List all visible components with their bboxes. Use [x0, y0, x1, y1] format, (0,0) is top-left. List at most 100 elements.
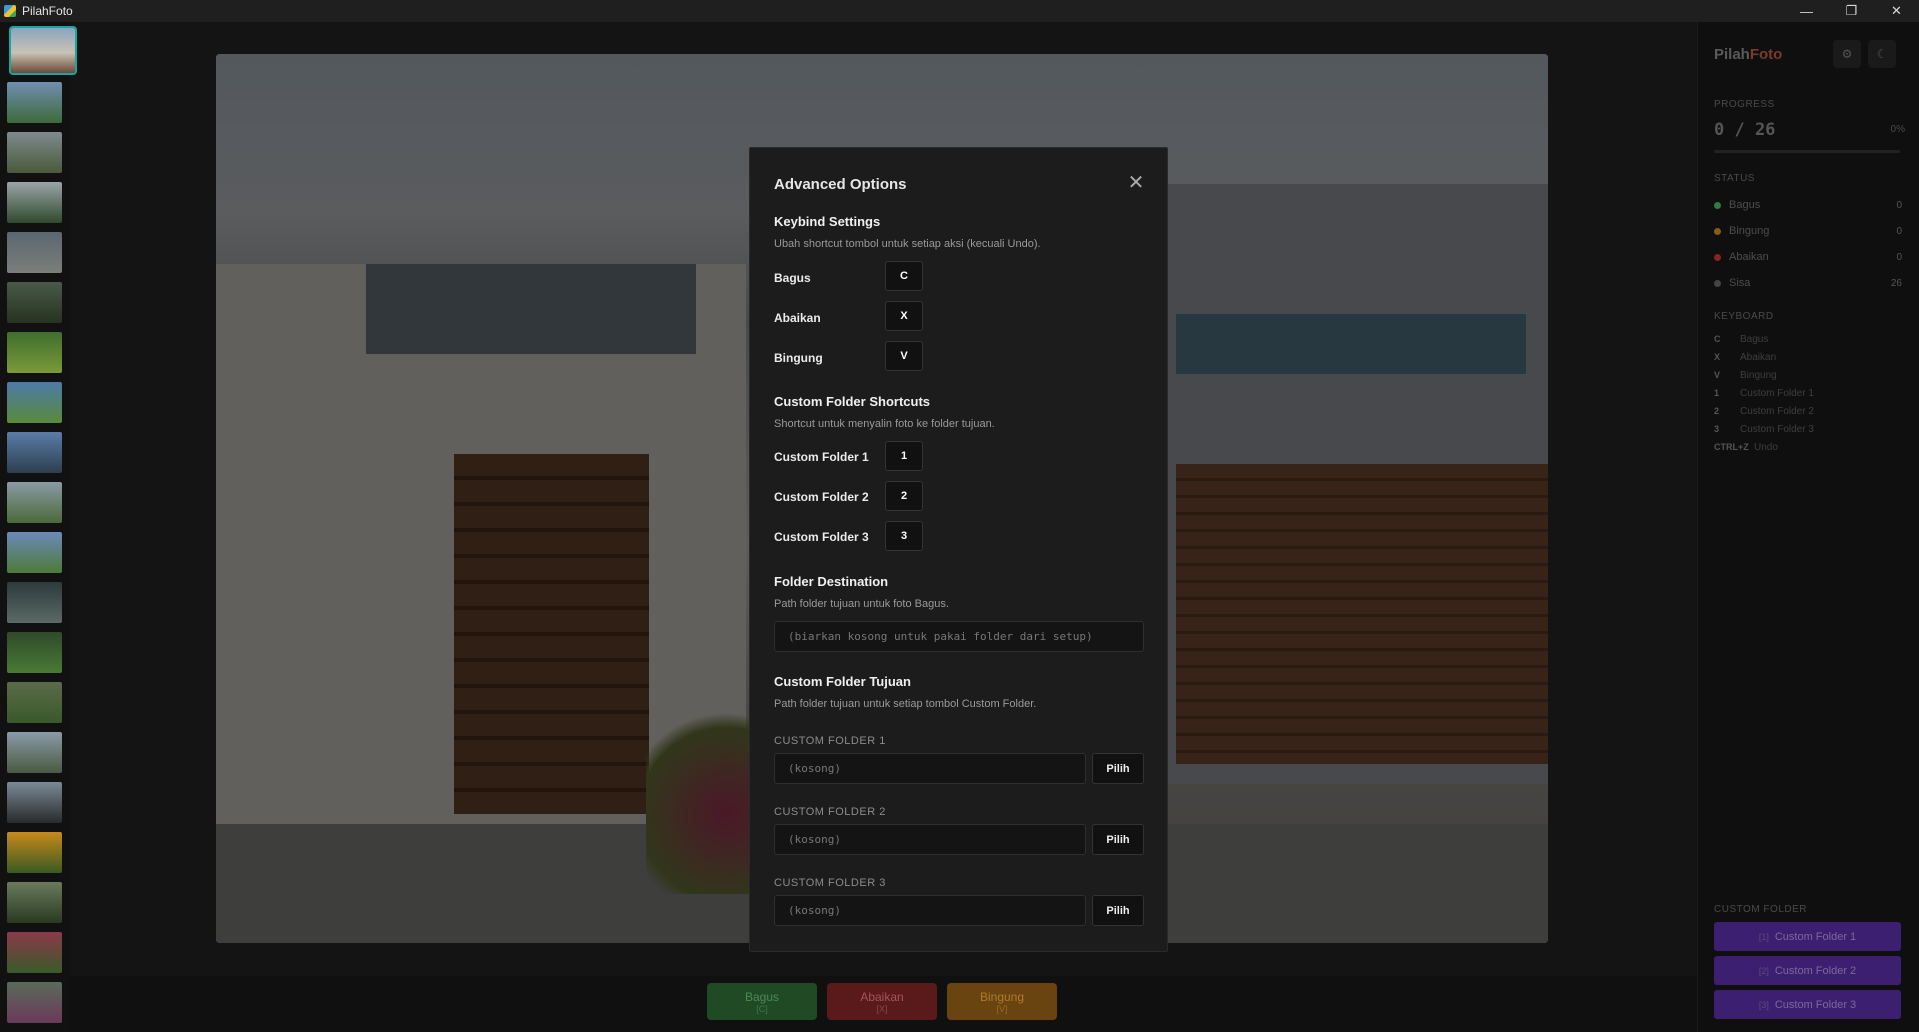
button-label: Custom Folder 1 — [1774, 930, 1857, 943]
custom-shortcuts-desc: Shortcut untuk menyalin foto ke folder t… — [774, 418, 995, 430]
thumbnail[interactable] — [7, 632, 62, 673]
maximize-button[interactable]: ❐ — [1829, 0, 1874, 22]
app-logo-icon — [4, 5, 16, 17]
thumbnail-strip[interactable] — [0, 22, 77, 1032]
progress-percent: 0% — [1890, 124, 1905, 135]
keybind-label: Bingung — [774, 351, 823, 365]
status-label: Bingung — [1729, 225, 1770, 237]
shortcut-key: [2] — [1758, 965, 1769, 976]
advanced-options-modal: Advanced Options ✕ Keybind Settings Ubah… — [749, 147, 1168, 952]
window-title: PilahFoto — [22, 4, 73, 18]
brand-name: Pilah — [1714, 46, 1750, 63]
keybind-desc: Ubah shortcut tombol untuk setiap aksi (… — [774, 238, 1041, 250]
thumbnail[interactable] — [9, 26, 77, 75]
status-row: Bagus 0 — [1714, 196, 1902, 214]
minimize-button[interactable]: — — [1784, 0, 1829, 22]
status-label: Bagus — [1729, 199, 1761, 211]
custom-folder-1-path-input[interactable]: (kosong) — [774, 753, 1086, 784]
thumbnail[interactable] — [7, 332, 62, 373]
custom-shortcut-3-input[interactable]: 3 — [885, 521, 923, 551]
custom-shortcut-1-input[interactable]: 1 — [885, 441, 923, 471]
progress-counter: 0 / 26 — [1714, 120, 1776, 140]
pick-folder-3-button[interactable]: Pilih — [1092, 895, 1144, 926]
shortcut-key: [V] — [996, 1003, 1008, 1014]
button-label: Custom Folder 3 — [1774, 998, 1857, 1011]
keyboard-key: X — [1714, 352, 1721, 362]
custom-destination-heading: Custom Folder Tujuan — [774, 674, 911, 689]
custom-folder-3-path-input[interactable]: (kosong) — [774, 895, 1086, 926]
custom-folder-1-button[interactable]: [1] Custom Folder 1 — [1714, 922, 1901, 951]
pick-folder-1-button[interactable]: Pilih — [1092, 753, 1144, 784]
destination-path-input[interactable]: (biarkan kosong untuk pakai folder dari … — [774, 621, 1144, 652]
status-dot-icon — [1714, 253, 1721, 261]
button-label: Bingung — [979, 989, 1025, 1004]
thumbnail[interactable] — [7, 82, 62, 123]
shortcut-key: [1] — [1758, 931, 1769, 942]
abaikan-button[interactable]: Abaikan [X] — [827, 983, 937, 1020]
custom-shortcut-label: Custom Folder 3 — [774, 530, 869, 544]
destination-desc: Path folder tujuan untuk foto Bagus. — [774, 598, 949, 610]
keyboard-key: CTRL+Z — [1714, 442, 1749, 452]
close-window-button[interactable]: ✕ — [1874, 0, 1919, 22]
status-row: Sisa 26 — [1714, 274, 1902, 292]
thumbnail[interactable] — [7, 482, 62, 523]
theme-toggle-button[interactable]: ☾ — [1868, 40, 1896, 68]
thumbnail[interactable] — [7, 132, 62, 173]
keyboard-key: C — [1714, 334, 1721, 344]
bagus-button[interactable]: Bagus [C] — [707, 983, 817, 1020]
custom-folder-2-path-input[interactable]: (kosong) — [774, 824, 1086, 855]
custom-shortcut-2-input[interactable]: 2 — [885, 481, 923, 511]
shortcut-key: [C] — [756, 1003, 768, 1014]
thumbnail[interactable] — [7, 582, 62, 623]
title-bar: PilahFoto — ❐ ✕ — [0, 0, 1919, 22]
modal-title: Advanced Options — [774, 176, 907, 193]
thumbnail[interactable] — [7, 732, 62, 773]
keyboard-label: Custom Folder 2 — [1740, 405, 1814, 417]
keyboard-row: CTRL+Z Undo — [1714, 439, 1902, 455]
keyboard-row: C Bagus — [1714, 331, 1902, 347]
custom-folder-label: CUSTOM FOLDER 1 — [774, 735, 886, 747]
status-label: Abaikan — [1729, 251, 1769, 263]
shortcut-key: [3] — [1758, 999, 1769, 1010]
shortcut-key: [X] — [876, 1003, 888, 1014]
keybind-label: Abaikan — [774, 311, 821, 325]
button-label: Abaikan — [860, 989, 904, 1004]
thumbnail[interactable] — [7, 382, 62, 423]
keyboard-label: Custom Folder 1 — [1740, 387, 1814, 399]
close-icon[interactable]: ✕ — [1127, 173, 1145, 193]
custom-shortcut-label: Custom Folder 2 — [774, 490, 869, 504]
button-label: Custom Folder 2 — [1774, 964, 1857, 977]
thumbnail[interactable] — [7, 532, 62, 573]
keybind-label: Bagus — [774, 271, 811, 285]
thumbnail[interactable] — [7, 832, 62, 873]
custom-folder-3-button[interactable]: [3] Custom Folder 3 — [1714, 990, 1901, 1019]
status-count: 0 — [1896, 251, 1902, 263]
thumbnail[interactable] — [7, 432, 62, 473]
keyboard-key: 3 — [1714, 424, 1720, 434]
thumbnail[interactable] — [7, 982, 62, 1023]
thumbnail[interactable] — [7, 182, 62, 223]
keybind-abaikan-input[interactable]: X — [885, 301, 923, 331]
thumbnail[interactable] — [7, 782, 62, 823]
thumbnail[interactable] — [7, 282, 62, 323]
keybind-bingung-input[interactable]: V — [885, 341, 923, 371]
custom-folder-2-button[interactable]: [2] Custom Folder 2 — [1714, 956, 1901, 985]
custom-shortcut-label: Custom Folder 1 — [774, 450, 869, 464]
thumbnail[interactable] — [7, 932, 62, 973]
status-dot-icon — [1714, 227, 1721, 235]
bingung-button[interactable]: Bingung [V] — [947, 983, 1057, 1020]
status-dot-icon — [1714, 201, 1721, 209]
progress-bar — [1714, 150, 1900, 153]
keybind-bagus-input[interactable]: C — [885, 261, 923, 291]
thumbnail[interactable] — [7, 232, 62, 273]
keyboard-label: Abaikan — [1740, 351, 1777, 363]
status-row: Bingung 0 — [1714, 222, 1902, 240]
settings-button[interactable]: ⚙ — [1833, 40, 1861, 68]
keyboard-row: 2 Custom Folder 2 — [1714, 403, 1902, 419]
status-count: 0 — [1896, 199, 1902, 211]
app-body: PilahFoto ⚙ ☾ PROGRESS 0 / 26 0% STATUS … — [0, 22, 1919, 1032]
thumbnail[interactable] — [7, 882, 62, 923]
pick-folder-2-button[interactable]: Pilih — [1092, 824, 1144, 855]
moon-icon: ☾ — [1876, 47, 1888, 61]
thumbnail[interactable] — [7, 682, 62, 723]
